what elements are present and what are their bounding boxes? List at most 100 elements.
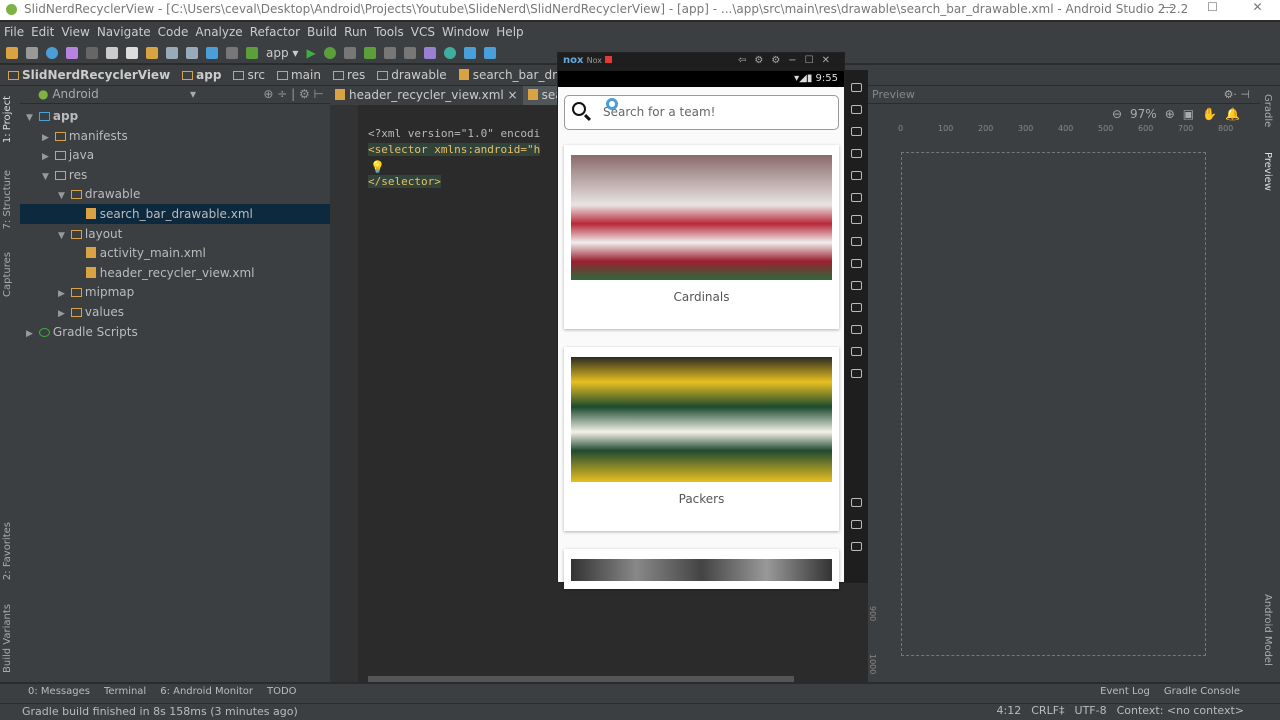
code-line-1[interactable]: <?xml version="1.0" encodi	[368, 127, 540, 140]
attach-debugger-icon[interactable]	[343, 46, 356, 59]
emulator-tool-icon[interactable]	[851, 127, 862, 136]
menu-help[interactable]: Help	[496, 25, 523, 39]
forward-icon[interactable]	[226, 46, 238, 59]
find-icon[interactable]	[166, 46, 178, 59]
project-tree-item[interactable]: activity_main.xml	[74, 243, 206, 263]
breadcrumb-src[interactable]: src	[233, 68, 265, 82]
menu-build[interactable]: Build	[307, 25, 337, 39]
expand-arrow-icon[interactable]: ▶	[42, 133, 49, 143]
expand-arrow-icon[interactable]: ▶	[58, 309, 65, 319]
tab-android-monitor[interactable]: 6: Android Monitor	[160, 686, 253, 701]
emulator-window-controls[interactable]: ⇦⚙⚙−☐✕	[738, 55, 838, 66]
sdk-manager-icon[interactable]	[483, 46, 496, 59]
menu-code[interactable]: Code	[158, 25, 189, 39]
menu-file[interactable]: File	[4, 25, 24, 39]
panel-settings-icon[interactable]: ⊕ ÷ | ⚙ ⊢	[263, 87, 324, 101]
team-search-field[interactable]: Search for a team!	[564, 95, 839, 130]
make-project-icon[interactable]	[246, 46, 258, 59]
spacer[interactable]	[74, 270, 80, 280]
minimize-button[interactable]: —	[1145, 0, 1190, 20]
menu-run[interactable]: Run	[344, 25, 367, 39]
project-tree-item[interactable]: ▼ layout	[58, 224, 122, 244]
open-icon[interactable]	[6, 46, 18, 59]
tab-search-bar-drawable[interactable]: search_bar_drawable.xml	[522, 86, 557, 105]
avd-manager-icon[interactable]	[423, 46, 436, 59]
debug-icon[interactable]	[323, 46, 336, 59]
tab-header-recycler-view[interactable]: header_recycler_view.xml ×	[330, 86, 523, 105]
sync-icon[interactable]	[46, 46, 58, 59]
cursor-position[interactable]: 4:12	[997, 704, 1022, 717]
menu-tools[interactable]: Tools	[374, 25, 404, 39]
zoom-fit-icon[interactable]: ▣	[1183, 107, 1194, 121]
project-view-selector[interactable]: ● Android ▾ ⊕ ÷ | ⚙ ⊢	[20, 86, 330, 104]
tab-messages[interactable]: 0: Messages	[28, 686, 90, 701]
notification-bell-icon[interactable]: 🔔	[1225, 107, 1240, 121]
project-structure-icon[interactable]	[463, 46, 476, 59]
project-tree-item[interactable]: ▼ app	[26, 106, 78, 126]
emulator-tool-icon[interactable]	[851, 171, 862, 180]
undo-icon[interactable]	[66, 46, 78, 59]
save-icon[interactable]	[26, 46, 38, 59]
cut-icon[interactable]	[106, 46, 118, 59]
run-config-select[interactable]: app ▾	[266, 46, 298, 60]
tab-structure[interactable]: 7: Structure	[2, 170, 13, 229]
expand-arrow-icon[interactable]: ▼	[26, 113, 33, 123]
layout-preview-canvas[interactable]	[901, 152, 1206, 656]
emulator-tool-icon[interactable]	[851, 347, 862, 356]
emulator-tool-icon[interactable]	[851, 193, 862, 202]
emulator-tool-icon[interactable]	[851, 281, 862, 290]
emulator-tool-icon[interactable]	[851, 369, 862, 378]
tab-terminal[interactable]: Terminal	[104, 686, 146, 701]
breadcrumb-project[interactable]: SlidNerdRecyclerView	[8, 68, 170, 82]
preview-settings-icon[interactable]: ⚙· ⊣	[1224, 88, 1250, 101]
spacer[interactable]	[74, 211, 80, 221]
project-tree-item[interactable]: header_recycler_view.xml	[74, 263, 254, 283]
recents-icon[interactable]	[851, 542, 862, 551]
expand-arrow-icon[interactable]: ▶	[26, 329, 33, 339]
menu-analyze[interactable]: Analyze	[195, 25, 242, 39]
menu-view[interactable]: View	[61, 25, 89, 39]
tab-captures[interactable]: Captures	[2, 252, 13, 297]
pan-hand-icon[interactable]: ✋	[1202, 107, 1217, 121]
expand-arrow-icon[interactable]: ▶	[58, 289, 65, 299]
file-encoding[interactable]: UTF-8	[1075, 704, 1107, 717]
menu-navigate[interactable]: Navigate	[97, 25, 151, 39]
emulator-tool-icon[interactable]	[851, 303, 862, 312]
menu-edit[interactable]: Edit	[31, 25, 54, 39]
project-tree-item[interactable]: ▶ mipmap	[58, 282, 134, 302]
zoom-in-icon[interactable]: ⊕	[1165, 107, 1175, 121]
editor[interactable]	[330, 86, 557, 682]
apply-changes-icon[interactable]	[363, 46, 376, 59]
project-tree-item[interactable]: ▼ res	[42, 165, 87, 185]
maximize-button[interactable]: ☐	[1190, 0, 1235, 20]
menu-window[interactable]: Window	[442, 25, 489, 39]
event-log-button[interactable]: Event Log	[1100, 686, 1150, 697]
emulator-tool-icon[interactable]	[851, 237, 862, 246]
gradle-sync-icon[interactable]	[443, 46, 456, 59]
emulator-tool-icon[interactable]	[851, 83, 862, 92]
tab-android-model[interactable]: Android Model	[1262, 594, 1273, 666]
home-icon[interactable]	[851, 520, 862, 529]
tab-favorites[interactable]: 2: Favorites	[2, 522, 13, 580]
tab-gradle[interactable]: Gradle	[1262, 94, 1273, 127]
emulator-tool-icon[interactable]	[851, 259, 862, 268]
menu-vcs[interactable]: VCS	[411, 25, 435, 39]
context-indicator[interactable]: Context: <no context>	[1117, 704, 1244, 717]
replace-icon[interactable]	[186, 46, 198, 59]
back-icon[interactable]	[206, 46, 218, 59]
tab-project[interactable]: 1: Project	[2, 96, 13, 143]
spacer[interactable]	[74, 250, 80, 260]
stop-icon[interactable]	[403, 46, 416, 59]
gradle-console-button[interactable]: Gradle Console	[1164, 686, 1240, 697]
breadcrumb-main[interactable]: main	[276, 68, 321, 82]
breadcrumb-res[interactable]: res	[332, 68, 365, 82]
editor-horizontal-scrollbar[interactable]	[368, 676, 794, 682]
tab-preview[interactable]: Preview	[1262, 152, 1273, 191]
tab-todo[interactable]: TODO	[267, 686, 297, 701]
breadcrumb-drawable[interactable]: drawable	[377, 68, 447, 82]
project-tree-item[interactable]: ▶ Gradle Scripts	[26, 322, 138, 342]
line-separator[interactable]: CRLF‡	[1031, 704, 1064, 717]
zoom-out-icon[interactable]: ⊖	[1112, 107, 1122, 121]
close-button[interactable]: ✕	[1235, 0, 1280, 20]
project-tree-item[interactable]: ▶ java	[42, 145, 94, 165]
